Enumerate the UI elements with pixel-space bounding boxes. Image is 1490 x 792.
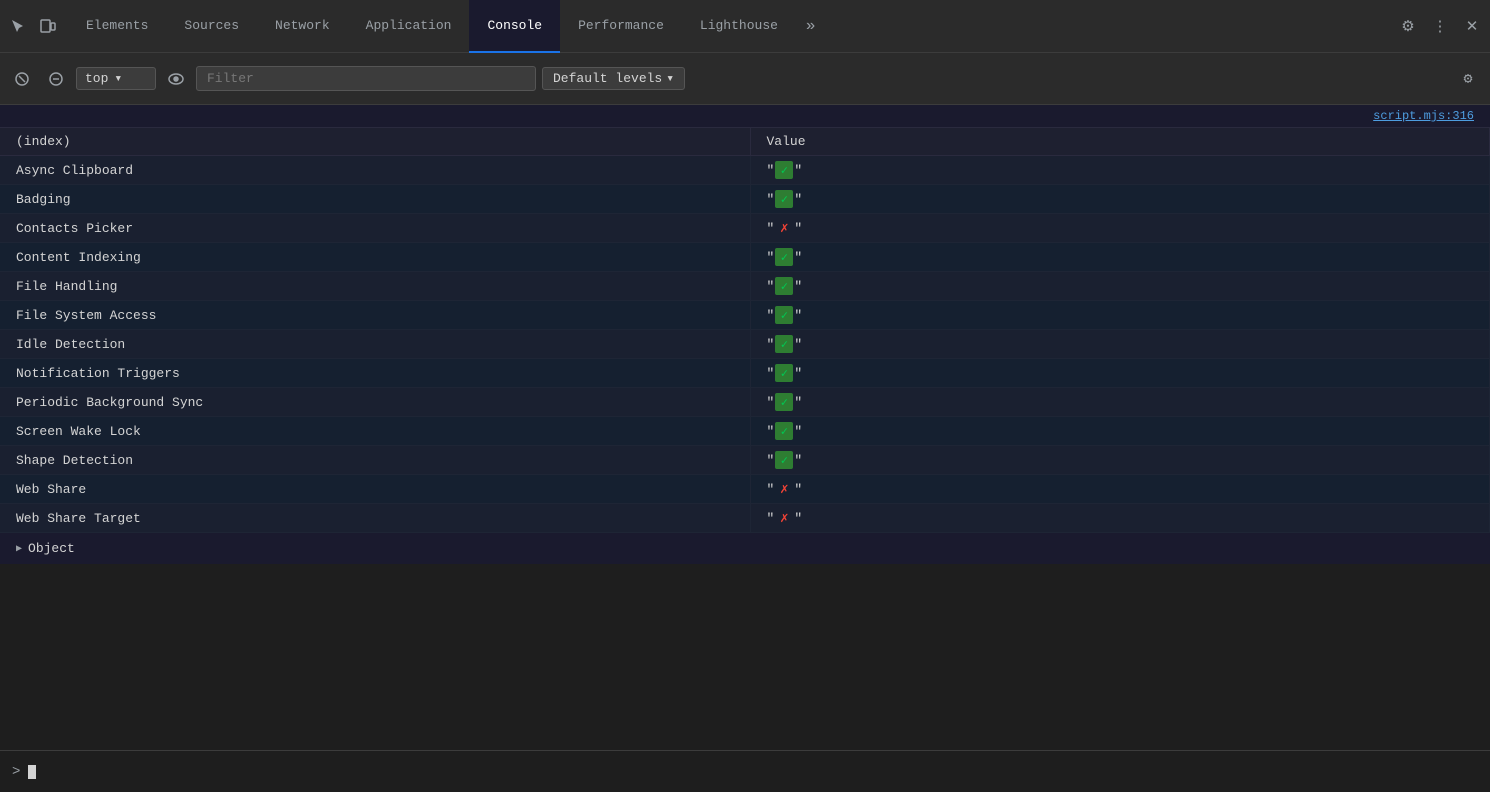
- table-cell-index: Web Share: [0, 475, 750, 504]
- table-cell-value: "✓": [750, 330, 1490, 359]
- console-table: (index) Value Async Clipboard"✓"Badging"…: [0, 128, 1490, 533]
- table-row: File Handling"✓": [0, 272, 1490, 301]
- table-cell-index: File Handling: [0, 272, 750, 301]
- table-cell-value: "✗": [750, 475, 1490, 504]
- table-cell-value: "✓": [750, 417, 1490, 446]
- table-row: Shape Detection"✓": [0, 446, 1490, 475]
- tab-performance[interactable]: Performance: [560, 0, 682, 53]
- col-value-header: Value: [750, 128, 1490, 156]
- table-row: Screen Wake Lock"✓": [0, 417, 1490, 446]
- console-settings-icon[interactable]: ⚙: [1454, 65, 1482, 93]
- close-icon[interactable]: ✕: [1458, 12, 1486, 40]
- tab-lighthouse[interactable]: Lighthouse: [682, 0, 796, 53]
- table-row: Contacts Picker"✗": [0, 214, 1490, 243]
- block-icon[interactable]: [42, 65, 70, 93]
- table-row: Periodic Background Sync"✓": [0, 388, 1490, 417]
- table-cell-index: Shape Detection: [0, 446, 750, 475]
- expand-triangle-icon: ▶: [16, 543, 22, 555]
- console-prompt-symbol: >: [12, 764, 20, 780]
- devtools-icons: [4, 12, 62, 40]
- log-levels-button[interactable]: Default levels ▾: [542, 67, 685, 90]
- object-row[interactable]: ▶ Object: [0, 533, 1490, 564]
- checkmark-icon: ✓: [775, 161, 793, 179]
- console-table-wrapper: (index) Value Async Clipboard"✓"Badging"…: [0, 128, 1490, 564]
- tab-application[interactable]: Application: [348, 0, 470, 53]
- table-cell-index: Idle Detection: [0, 330, 750, 359]
- console-cursor: [28, 765, 36, 779]
- table-cell-value: "✗": [750, 214, 1490, 243]
- table-row: Web Share"✗": [0, 475, 1490, 504]
- cross-icon: ✗: [775, 509, 793, 527]
- file-ref-bar: script.mjs:316: [0, 105, 1490, 128]
- device-toolbar-icon[interactable]: [34, 12, 62, 40]
- table-cell-index: Periodic Background Sync: [0, 388, 750, 417]
- table-cell-value: "✓": [750, 185, 1490, 214]
- eye-icon[interactable]: [162, 65, 190, 93]
- clear-console-button[interactable]: [8, 65, 36, 93]
- table-cell-index: Async Clipboard: [0, 156, 750, 185]
- table-cell-value: "✓": [750, 243, 1490, 272]
- table-cell-value: "✓": [750, 301, 1490, 330]
- chevron-down-icon: ▾: [114, 71, 122, 86]
- table-header-row: (index) Value: [0, 128, 1490, 156]
- tab-sources[interactable]: Sources: [166, 0, 257, 53]
- table-cell-index: File System Access: [0, 301, 750, 330]
- checkmark-icon: ✓: [775, 306, 793, 324]
- more-options-icon[interactable]: ⋮: [1426, 12, 1454, 40]
- table-row: Content Indexing"✓": [0, 243, 1490, 272]
- tab-elements[interactable]: Elements: [68, 0, 166, 53]
- console-input-line: >: [0, 750, 1490, 792]
- checkmark-icon: ✓: [775, 335, 793, 353]
- cursor-icon[interactable]: [4, 12, 32, 40]
- console-toolbar: top ▾ Default levels ▾ ⚙: [0, 53, 1490, 105]
- table-cell-index: Badging: [0, 185, 750, 214]
- table-cell-index: Contacts Picker: [0, 214, 750, 243]
- checkmark-icon: ✓: [775, 277, 793, 295]
- table-cell-index: Content Indexing: [0, 243, 750, 272]
- context-selector[interactable]: top ▾: [76, 67, 156, 90]
- tab-console[interactable]: Console: [469, 0, 560, 53]
- cross-icon: ✗: [775, 480, 793, 498]
- checkmark-icon: ✓: [775, 422, 793, 440]
- tab-bar: Elements Sources Network Application Con…: [0, 0, 1490, 53]
- cross-icon: ✗: [775, 219, 793, 237]
- tab-network[interactable]: Network: [257, 0, 348, 53]
- object-label: Object: [28, 541, 75, 556]
- checkmark-icon: ✓: [775, 451, 793, 469]
- table-cell-value: "✓": [750, 446, 1490, 475]
- table-row: Idle Detection"✓": [0, 330, 1490, 359]
- table-row: File System Access"✓": [0, 301, 1490, 330]
- checkmark-icon: ✓: [775, 190, 793, 208]
- filter-input[interactable]: [196, 66, 536, 91]
- tab-bar-actions: ⚙ ⋮ ✕: [1394, 12, 1486, 40]
- levels-chevron-icon: ▾: [666, 71, 674, 86]
- checkmark-icon: ✓: [775, 364, 793, 382]
- file-reference-link[interactable]: script.mjs:316: [1373, 109, 1474, 123]
- checkmark-icon: ✓: [775, 248, 793, 266]
- table-cell-index: Web Share Target: [0, 504, 750, 533]
- table-cell-index: Notification Triggers: [0, 359, 750, 388]
- checkmark-icon: ✓: [775, 393, 793, 411]
- table-row: Web Share Target"✗": [0, 504, 1490, 533]
- table-cell-value: "✓": [750, 272, 1490, 301]
- table-row: Async Clipboard"✓": [0, 156, 1490, 185]
- more-tabs-button[interactable]: »: [796, 0, 826, 53]
- tab-list: Elements Sources Network Application Con…: [68, 0, 826, 53]
- settings-icon[interactable]: ⚙: [1394, 12, 1422, 40]
- table-cell-value: "✓": [750, 156, 1490, 185]
- table-cell-value: "✗": [750, 504, 1490, 533]
- table-row: Badging"✓": [0, 185, 1490, 214]
- table-cell-index: Screen Wake Lock: [0, 417, 750, 446]
- col-index-header: (index): [0, 128, 750, 156]
- table-cell-value: "✓": [750, 388, 1490, 417]
- table-cell-value: "✓": [750, 359, 1490, 388]
- table-row: Notification Triggers"✓": [0, 359, 1490, 388]
